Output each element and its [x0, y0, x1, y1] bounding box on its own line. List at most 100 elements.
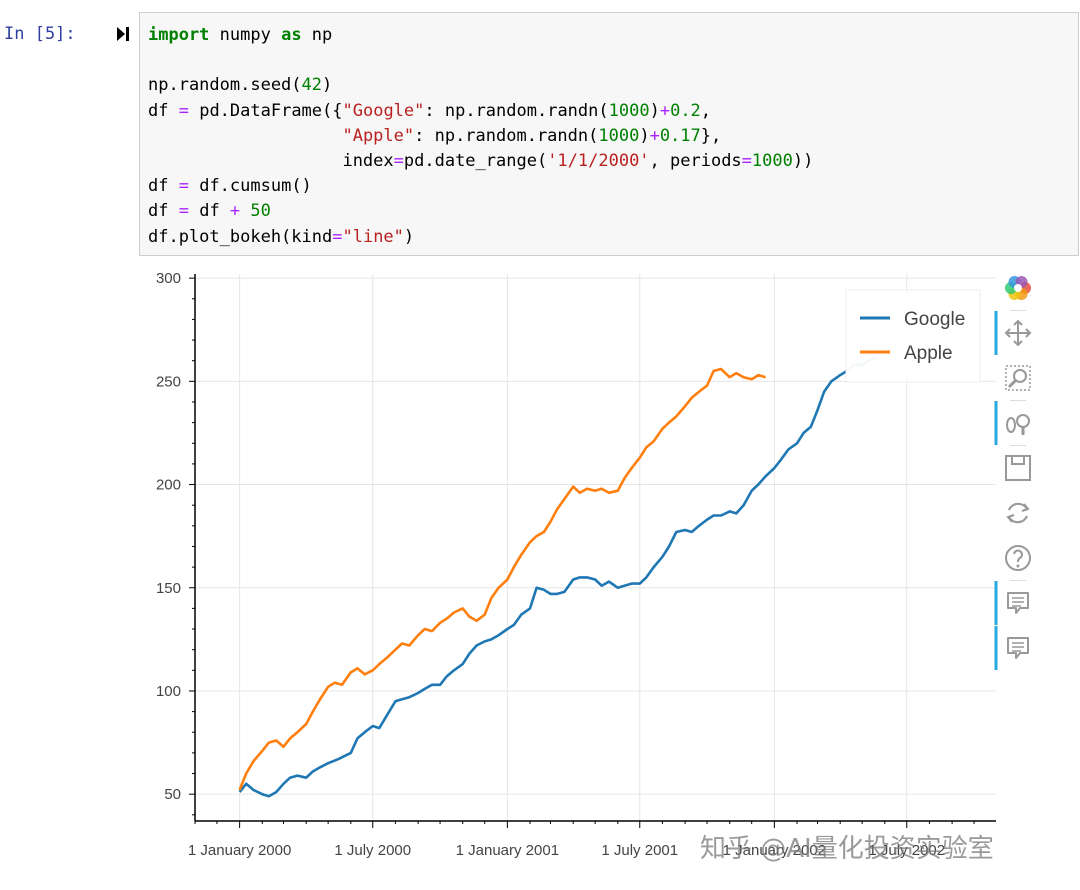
- y-tick-label: 300: [156, 270, 181, 287]
- hover-icon[interactable]: [994, 581, 1029, 625]
- bokeh-logo-icon[interactable]: [1005, 275, 1031, 311]
- code-token: df: [188, 201, 230, 222]
- code-line: df = df.cumsum(): [148, 176, 312, 196]
- code-token: import: [148, 25, 210, 45]
- code-line: np.random.seed(42): [148, 75, 332, 95]
- code-token: ): [649, 100, 660, 121]
- hover-icon[interactable]: [994, 626, 1029, 670]
- hover-bubble: [1007, 592, 1029, 614]
- logo-center: [1014, 284, 1022, 292]
- code-token: )): [792, 151, 814, 172]
- code-token: },: [700, 125, 722, 146]
- code-token: , periods: [649, 151, 742, 172]
- code-token: 0.2: [670, 100, 701, 121]
- code-token: ): [403, 226, 415, 247]
- code-line: df.plot_bokeh(kind="line"): [148, 227, 414, 247]
- wheel-zoom-icon[interactable]: [994, 401, 1030, 446]
- reset-icon[interactable]: [1006, 502, 1030, 524]
- code-token: df: [148, 100, 179, 121]
- help-icon[interactable]: [1005, 545, 1031, 581]
- code-token: df.plot_bokeh(kind: [148, 226, 333, 247]
- code-token: "line": [342, 226, 404, 247]
- code-token: pd.DataFrame({: [188, 100, 343, 121]
- box-zoom-icon[interactable]: [1005, 365, 1031, 401]
- code-token: 50: [250, 201, 271, 222]
- code-token: "Google": [342, 100, 425, 121]
- watermark-text: 知乎 @AI量化投资实验室: [700, 834, 994, 864]
- y-tick-label: 100: [156, 683, 181, 700]
- legend[interactable]: Google Apple: [845, 289, 981, 383]
- y-tick-label: 150: [156, 580, 181, 597]
- code-token: df: [148, 176, 179, 197]
- line-chart[interactable]: 50 100 150 200 250 300 1 January 2000 1 July 20…: [138, 262, 1080, 890]
- code-token: 42: [301, 75, 323, 96]
- code-token: as: [281, 25, 302, 45]
- code-token: +: [659, 100, 671, 121]
- reset-arcs: [1007, 502, 1029, 524]
- code-token: 0.17: [659, 125, 701, 146]
- hover-lines: [1012, 642, 1024, 652]
- save-icon[interactable]: [1005, 455, 1031, 481]
- x-tick-label: 1 January 2001: [456, 842, 559, 859]
- code-token: "Apple": [342, 125, 415, 146]
- code-token: 1000: [598, 125, 640, 146]
- code-cell[interactable]: import numpy as np np.random.seed(42) df…: [139, 12, 1079, 256]
- code-token: =: [178, 100, 189, 121]
- code-token: =: [741, 151, 752, 172]
- code-token: numpy: [209, 25, 282, 45]
- disk-glyph: [1005, 455, 1031, 481]
- code-token: df.cumsum(): [188, 176, 312, 197]
- x-tick-label: 1 July 2000: [334, 842, 411, 859]
- run-cell-icon[interactable]: [116, 26, 130, 42]
- legend-box: [845, 289, 981, 383]
- hover-bubble: [1007, 637, 1029, 659]
- code-token: '1/1/2000': [547, 151, 650, 172]
- code-token: =: [393, 151, 404, 172]
- pan-glyph: [1004, 319, 1032, 347]
- code-line: "Apple": np.random.randn(1000)+0.17},: [148, 126, 721, 146]
- code-token: : np.random.randn(: [424, 100, 609, 121]
- code-line: index=pd.date_range('1/1/2000', periods=…: [148, 151, 813, 171]
- code-token: : np.random.randn(: [414, 125, 599, 146]
- help-dot: [1016, 564, 1020, 568]
- code-token: +: [649, 125, 660, 146]
- code-token: ,: [700, 100, 712, 121]
- code-token: 1000: [751, 151, 793, 172]
- code-token: +: [229, 201, 241, 222]
- code-token: 1000: [608, 100, 650, 121]
- code-token: index: [148, 151, 394, 172]
- code-token: np: [301, 25, 333, 45]
- code-token: pd.date_range(: [403, 151, 548, 172]
- code-token: =: [178, 201, 189, 222]
- series-line-google: [238, 355, 877, 798]
- code-token: ): [639, 125, 650, 146]
- hover-lines: [1012, 597, 1024, 607]
- code-token: np.random.seed(: [148, 75, 302, 96]
- code-editor[interactable]: import numpy as np np.random.seed(42) df…: [148, 23, 813, 250]
- y-tick-label: 50: [164, 786, 181, 803]
- code-line: import numpy as np: [148, 25, 332, 45]
- cell-prompt: In [5]:: [4, 24, 76, 44]
- wheel-glyph: [1006, 417, 1016, 433]
- code-token: =: [178, 176, 189, 197]
- lens-handle: [1007, 378, 1018, 389]
- code-token: ): [322, 75, 333, 96]
- lens-glyph: [1016, 414, 1030, 428]
- series-line-apple: [238, 367, 766, 791]
- y-tick-label: 200: [156, 477, 181, 494]
- disk-label: [1011, 455, 1025, 465]
- code-line: df = pd.DataFrame({"Google": np.random.r…: [148, 101, 711, 121]
- pan-icon[interactable]: [994, 311, 1032, 355]
- plot-toolbar[interactable]: [994, 275, 1032, 670]
- cell-output: 50 100 150 200 250 300 1 January 2000 1 July 20…: [138, 262, 1080, 890]
- series-lines: [238, 355, 877, 798]
- legend-label-apple: Apple: [904, 343, 953, 364]
- help-question: [1013, 549, 1023, 563]
- code-token: =: [332, 226, 343, 247]
- x-tick-label: 1 July 2001: [601, 842, 678, 859]
- code-token: df: [148, 201, 179, 222]
- code-line: df = df + 50: [148, 201, 271, 221]
- y-tick-label: 250: [156, 373, 181, 390]
